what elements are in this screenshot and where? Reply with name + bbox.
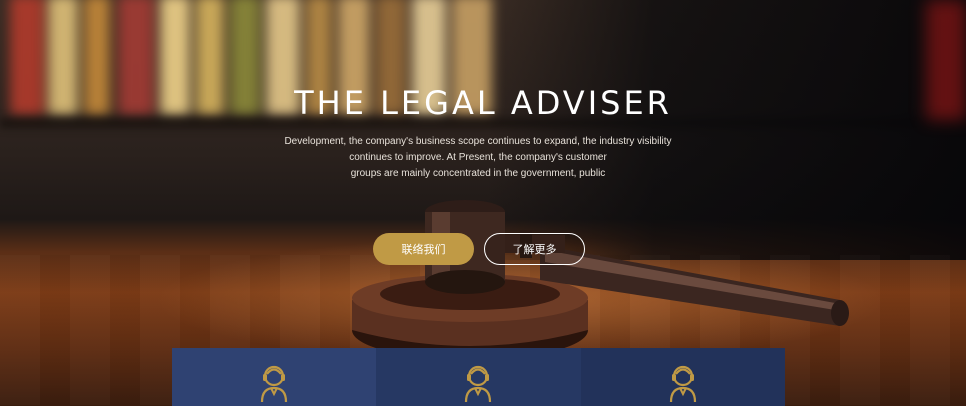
description-line: Development, the company's business scop… [284, 136, 672, 147]
feature-strip [172, 348, 785, 406]
lawyer-icon [261, 365, 288, 402]
feature-card[interactable] [580, 348, 785, 406]
feature-card[interactable] [376, 348, 581, 406]
description-line: continues to improve. At Present, the co… [349, 152, 607, 163]
contact-us-button[interactable]: 联络我们 [373, 233, 474, 265]
lawyer-icon [669, 365, 696, 402]
hero-banner: THE LEGAL ADVISER Development, the compa… [0, 0, 966, 406]
hero-title: THE LEGAL ADVISER [294, 84, 672, 122]
learn-more-button[interactable]: 了解更多 [484, 233, 585, 265]
lawyer-icon [465, 365, 492, 402]
feature-card[interactable] [172, 348, 377, 406]
hero-description: Development, the company's business scop… [273, 134, 683, 182]
description-line: groups are mainly concentrated in the go… [350, 168, 606, 179]
gavel-illustration [352, 200, 849, 360]
